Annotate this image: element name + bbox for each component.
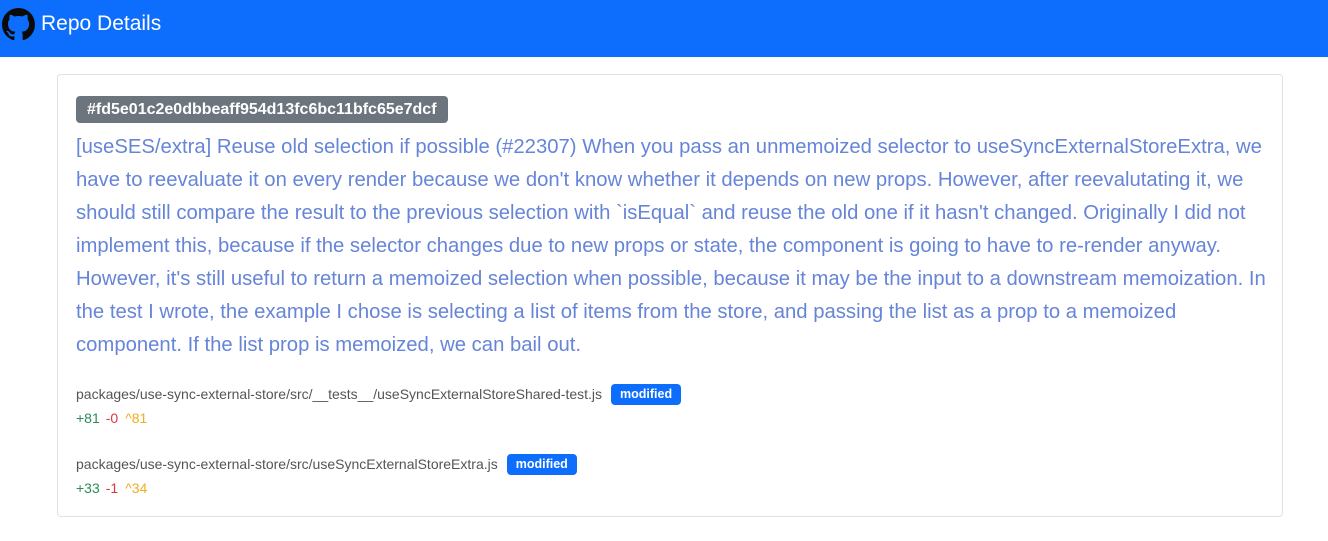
additions-count: +33 (76, 480, 100, 496)
commit-card: #fd5e01c2e0dbbeaff954d13fc6bc11bfc65e7dc… (57, 74, 1283, 517)
file-entry: packages/use-sync-external-store/src/__t… (76, 383, 682, 426)
file-status-badge: modified (506, 453, 577, 475)
changes-count: ^34 (125, 480, 148, 496)
changes-count: ^81 (125, 410, 148, 426)
app-title[interactable]: Repo Details (41, 11, 161, 37)
deletions-count: -1 (105, 480, 119, 496)
file-path[interactable]: packages/use-sync-external-store/src/__t… (76, 386, 602, 402)
file-status-badge: modified (611, 383, 682, 405)
additions-count: +81 (76, 410, 100, 426)
file-entry: packages/use-sync-external-store/src/use… (76, 453, 577, 496)
file-path[interactable]: packages/use-sync-external-store/src/use… (76, 456, 498, 472)
deletions-count: -0 (105, 410, 119, 426)
github-icon[interactable] (2, 8, 35, 41)
file-stats: +81 -0 ^81 (76, 410, 681, 426)
commit-sha-badge: #fd5e01c2e0dbbeaff954d13fc6bc11bfc65e7dc… (76, 96, 448, 123)
commit-message: [useSES/extra] Reuse old selection if po… (76, 136, 1266, 356)
file-stats: +33 -1 ^34 (76, 480, 577, 496)
navbar: Repo Details (0, 0, 1328, 57)
